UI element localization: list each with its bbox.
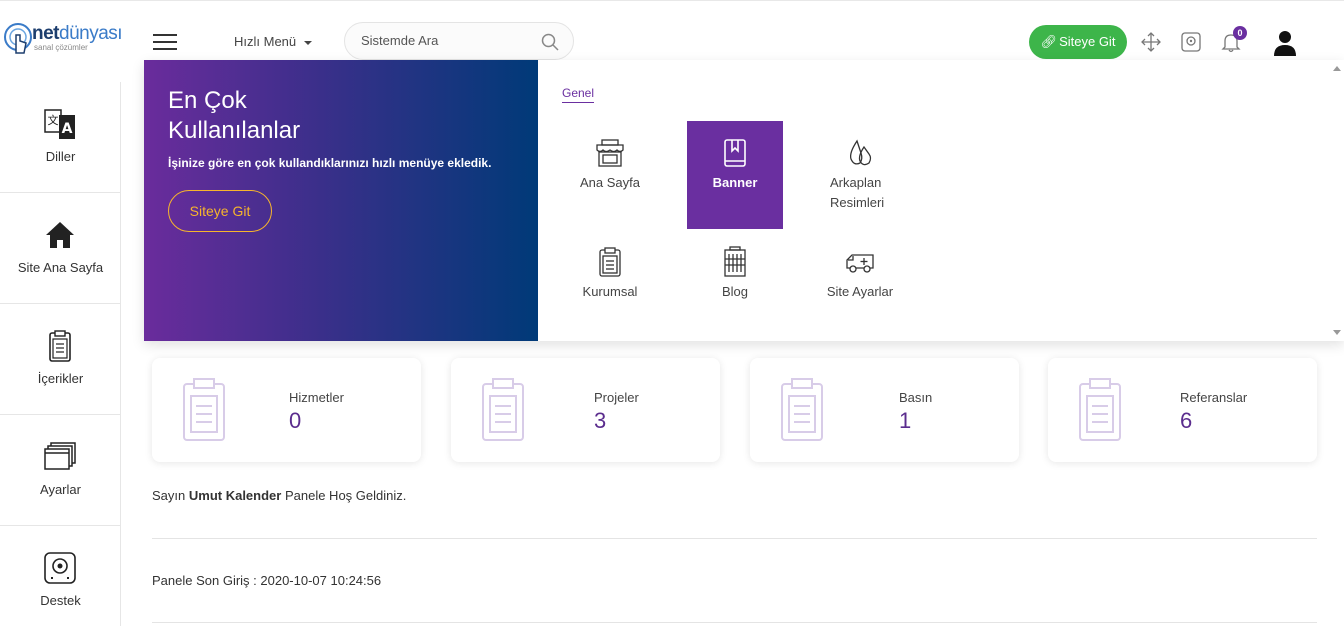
tile-label: Banner xyxy=(712,175,758,190)
stat-value: 1 xyxy=(899,408,912,433)
sidebar-item-settings[interactable]: Ayarlar xyxy=(0,415,121,526)
clipboard-icon xyxy=(599,247,621,277)
sidebar-item-label: Diller xyxy=(45,149,76,164)
scroll-down-icon[interactable] xyxy=(1333,330,1341,335)
stat-card-services[interactable]: Hizmetler 0 xyxy=(152,358,421,462)
tile-site-settings[interactable]: Site Ayarlar xyxy=(812,230,908,338)
search-icon[interactable] xyxy=(541,33,559,51)
menu-toggle-button[interactable] xyxy=(153,34,177,50)
sidebar-item-languages[interactable]: A 文 Diller xyxy=(0,82,121,193)
sidebar-item-support[interactable]: Destek xyxy=(0,526,121,626)
logo[interactable]: netdünyası sanal çözümler xyxy=(0,19,123,63)
tile-label: Ana Sayfa xyxy=(580,175,640,190)
sidebar-item-site-home[interactable]: Site Ana Sayfa xyxy=(0,193,121,304)
user-avatar-icon[interactable] xyxy=(1272,29,1298,57)
clipboard-icon xyxy=(183,378,225,441)
tile-corporate[interactable]: Kurumsal xyxy=(562,230,658,338)
quick-menu-label: Hızlı Menü xyxy=(234,34,297,49)
divider xyxy=(152,538,1317,539)
windows-icon xyxy=(44,442,76,470)
tile-label: Site Ayarlar xyxy=(826,284,894,299)
translate-icon: A 文 xyxy=(44,109,75,139)
tile-blog[interactable]: Blog xyxy=(687,230,783,338)
stat-label: Referanslar xyxy=(1180,390,1248,405)
most-used-promo: En Çok Kullanılanlar İşinize göre en çok… xyxy=(144,60,538,341)
building-icon xyxy=(724,246,746,277)
welcome-message: Sayın Umut Kalender Panele Hoş Geldiniz. xyxy=(152,488,407,503)
sidebar-item-label: Destek xyxy=(40,593,81,608)
quick-links-panel: Genel Ana Sayfa Banner Arkaplan Resimler… xyxy=(538,60,1330,341)
ambulance-icon xyxy=(846,254,874,273)
stat-card-references[interactable]: Referanslar 6 xyxy=(1048,358,1317,462)
divider xyxy=(152,622,1317,623)
stat-value: 6 xyxy=(1180,408,1193,433)
stat-card-press[interactable]: Basın 1 xyxy=(750,358,1019,462)
notification-badge: 0 xyxy=(1233,26,1247,40)
drops-icon xyxy=(849,139,872,166)
store-icon xyxy=(596,139,624,167)
logo-tagline: sanal çözümler xyxy=(34,43,88,52)
stat-label: Projeler xyxy=(594,390,639,405)
promo-description: İşinize göre en çok kullandıklarınızı hı… xyxy=(168,156,492,170)
sidebar-item-label: Site Ana Sayfa xyxy=(17,260,104,275)
tab-general[interactable]: Genel xyxy=(562,86,595,103)
quick-menu-panel: En Çok Kullanılanlar İşinize göre en çok… xyxy=(144,60,1344,341)
svg-text:文: 文 xyxy=(48,113,59,127)
book-icon xyxy=(724,139,746,167)
link-icon: 🔗︎ xyxy=(1040,34,1058,49)
go-to-site-label: Siteye Git xyxy=(1059,34,1116,49)
promo-go-to-site-button[interactable]: Siteye Git xyxy=(168,190,272,232)
tile-banner[interactable]: Banner xyxy=(687,121,783,229)
search-box xyxy=(344,22,574,60)
support-box-icon[interactable] xyxy=(1180,31,1202,53)
promo-title: En Çok Kullanılanlar xyxy=(168,87,301,144)
stat-value: 3 xyxy=(594,408,607,433)
search-input[interactable] xyxy=(361,33,531,48)
fullscreen-move-icon[interactable] xyxy=(1140,31,1162,53)
go-to-site-button[interactable]: 🔗︎ Siteye Git xyxy=(1029,25,1127,59)
last-login-text: Panele Son Giriş : 2020-10-07 10:24:56 xyxy=(152,573,382,588)
clipboard-icon xyxy=(482,378,524,441)
clipboard-icon xyxy=(1079,378,1121,441)
tile-label: Blog xyxy=(721,284,749,299)
touch-hand-icon xyxy=(4,23,32,54)
home-icon xyxy=(46,222,74,248)
tile-label: Arkaplan Resimleri xyxy=(830,175,885,210)
svg-text:A: A xyxy=(62,121,73,137)
sidebar: A 文 Diller Site Ana Sayfa İçerikler Ayar… xyxy=(0,82,121,626)
logo-brand: netdünyası xyxy=(32,23,123,44)
sidebar-item-label: Ayarlar xyxy=(40,482,81,497)
user-name: Umut Kalender xyxy=(188,488,282,503)
scroll-up-icon[interactable] xyxy=(1333,66,1341,71)
sidebar-item-label: İçerikler xyxy=(37,371,84,386)
clipboard-icon xyxy=(781,378,823,441)
clipboard-icon xyxy=(49,330,71,362)
stat-label: Hizmetler xyxy=(289,390,344,405)
tile-background-images[interactable]: Arkaplan Resimleri xyxy=(812,121,908,229)
tile-label: Kurumsal xyxy=(582,284,638,299)
sidebar-item-contents[interactable]: İçerikler xyxy=(0,304,121,415)
caret-down-icon xyxy=(304,40,313,45)
stat-label: Basın xyxy=(899,390,933,405)
tile-home-page[interactable]: Ana Sayfa xyxy=(562,121,658,229)
panel-scrollbar[interactable] xyxy=(1330,60,1344,341)
stat-value: 0 xyxy=(289,408,302,433)
stat-card-projects[interactable]: Projeler 3 xyxy=(451,358,720,462)
quick-menu-dropdown[interactable]: Hızlı Menü xyxy=(234,34,313,49)
support-icon xyxy=(44,552,76,584)
